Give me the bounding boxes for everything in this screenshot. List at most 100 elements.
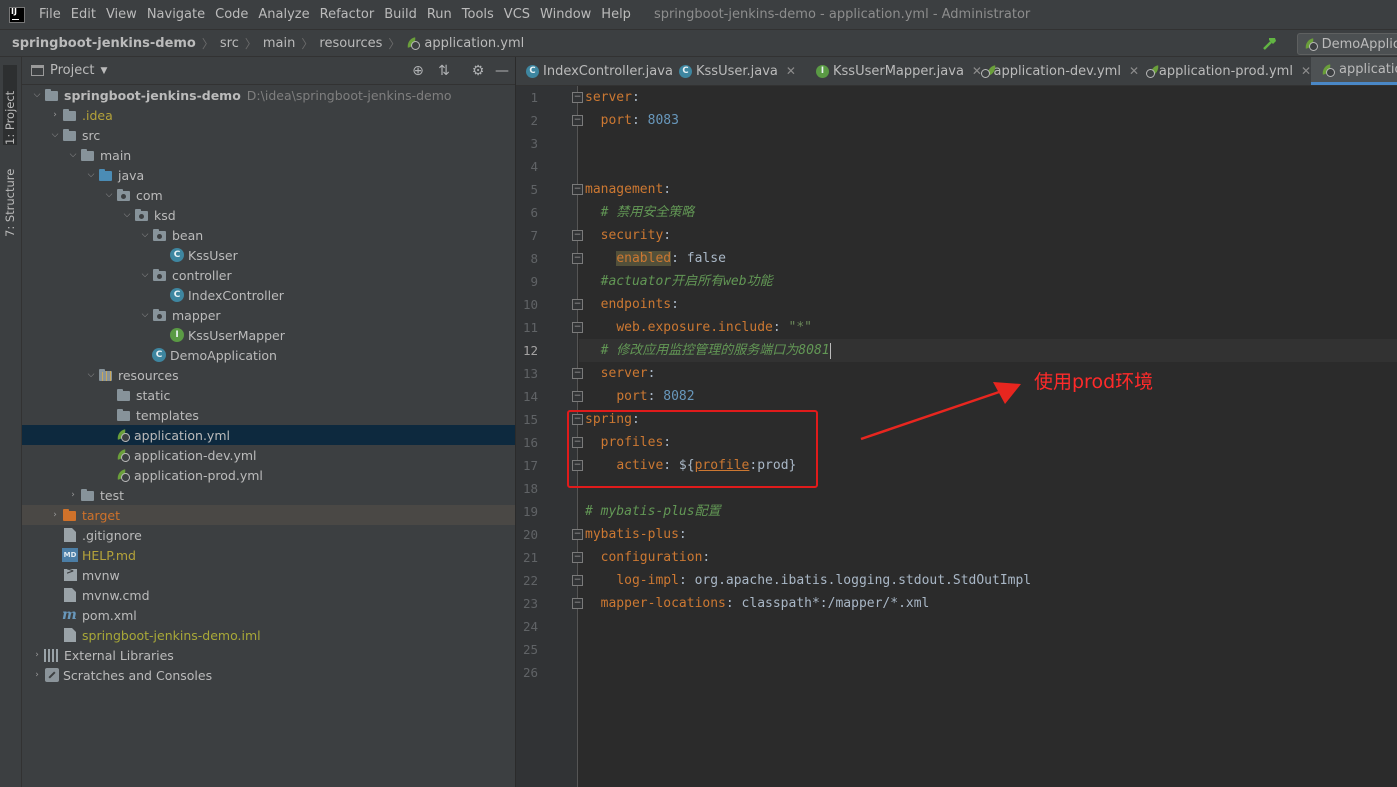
chevron-down-icon[interactable]: ⌵	[138, 270, 152, 280]
tree-row[interactable]: › External Libraries	[22, 645, 515, 665]
code-line[interactable]: management:	[585, 178, 671, 201]
menu-refactor[interactable]: Refactor	[315, 7, 380, 22]
tree-row[interactable]: .gitignore	[22, 525, 515, 545]
hide-panel-icon[interactable]: —	[494, 63, 510, 79]
tree-row[interactable]: ⌵ controller	[22, 265, 515, 285]
tree-row[interactable]: templates	[22, 405, 515, 425]
tree-row[interactable]: MD HELP.md	[22, 545, 515, 565]
code-line[interactable]: security:	[585, 224, 671, 247]
tree-row[interactable]: ⌵ bean	[22, 225, 515, 245]
tree-row[interactable]: mvnw.cmd	[22, 585, 515, 605]
tree-row[interactable]: ⌵ mapper	[22, 305, 515, 325]
tree-row[interactable]: ⌵ src	[22, 125, 515, 145]
menu-analyze[interactable]: Analyze	[253, 7, 314, 22]
breadcrumb-resources[interactable]: resources	[319, 36, 382, 51]
tree-row[interactable]: application.yml	[22, 425, 515, 445]
tree-row[interactable]: ⌵ springboot-jenkins-demo D:\idea\springbo…	[22, 85, 515, 105]
code-line[interactable]: web.exposure.include: "*"	[585, 316, 812, 339]
tree-row[interactable]: › test	[22, 485, 515, 505]
menu-code[interactable]: Code	[210, 7, 253, 22]
code-line[interactable]: # 禁用安全策略	[585, 201, 695, 224]
tree-row[interactable]: ⌵ resources	[22, 365, 515, 385]
menu-navigate[interactable]: Navigate	[142, 7, 210, 22]
tree-row[interactable]: I KssUserMapper	[22, 325, 515, 345]
tree-row[interactable]: › target	[22, 505, 515, 525]
editor-tab[interactable]: CIndexController.java✕	[516, 57, 691, 85]
collapse-all-icon[interactable]: ⇅	[436, 63, 452, 79]
code-line[interactable]: #actuator开启所有web功能	[585, 270, 773, 293]
code-line[interactable]: configuration:	[585, 546, 711, 569]
menu-file[interactable]: File	[34, 7, 66, 22]
tree-row[interactable]: springboot-jenkins-demo.iml	[22, 625, 515, 645]
tree-row[interactable]: ⌵ java	[22, 165, 515, 185]
chevron-down-icon[interactable]: ⌵	[138, 230, 152, 240]
code-line[interactable]: log-impl: org.apache.ibatis.logging.stdo…	[585, 569, 1031, 592]
editor-tab[interactable]: application	[1311, 57, 1397, 85]
breadcrumb-file[interactable]: application.yml	[406, 36, 524, 51]
tree-row[interactable]: ⌵ main	[22, 145, 515, 165]
menu-edit[interactable]: Edit	[66, 7, 101, 22]
tool-tab-structure[interactable]: 7: Structure	[3, 149, 17, 237]
menu-view[interactable]: View	[101, 7, 142, 22]
chevron-down-icon[interactable]: ⌵	[84, 170, 98, 180]
close-icon[interactable]: ✕	[1129, 64, 1139, 78]
close-icon[interactable]: ✕	[1301, 64, 1311, 78]
breadcrumb-project[interactable]: springboot-jenkins-demo	[0, 36, 196, 51]
chevron-right-icon[interactable]: ›	[30, 650, 44, 660]
code-line[interactable]: port: 8083	[585, 109, 679, 132]
code-line[interactable]: # mybatis-plus配置	[585, 500, 721, 523]
code-line[interactable]: mybatis-plus:	[585, 523, 687, 546]
editor-tab[interactable]: C KssUser.java ✕	[669, 57, 806, 85]
tree-row[interactable]: application-prod.yml	[22, 465, 515, 485]
tree-row[interactable]: ⌵ com	[22, 185, 515, 205]
chevron-right-icon[interactable]: ›	[48, 510, 62, 520]
tree-row[interactable]: m pom.xml	[22, 605, 515, 625]
tree-row[interactable]: application-dev.yml	[22, 445, 515, 465]
project-view-selector[interactable]: Project	[50, 63, 94, 78]
editor-tab[interactable]: application-prod.yml ✕	[1139, 57, 1311, 85]
tree-row[interactable]: › Scratches and Consoles	[22, 665, 515, 685]
code-line[interactable]: enabled: false	[585, 247, 726, 270]
chevron-down-icon[interactable]: ⌵	[138, 310, 152, 320]
tree-row[interactable]: C DemoApplication	[22, 345, 515, 365]
code-line[interactable]: # 修改应用监控管理的服务端口为8081	[585, 339, 831, 362]
tool-tab-project[interactable]: 1: Project	[3, 65, 17, 145]
close-icon[interactable]: ✕	[786, 64, 796, 78]
chevron-down-icon[interactable]: ⌵	[30, 90, 44, 100]
chevron-right-icon[interactable]: ›	[48, 110, 62, 120]
tree-row[interactable]: static	[22, 385, 515, 405]
tree-row[interactable]: C IndexController	[22, 285, 515, 305]
chevron-down-icon[interactable]: ⌵	[84, 370, 98, 380]
locate-file-icon[interactable]: ⊕	[410, 63, 426, 79]
tree-row[interactable]: mvnw	[22, 565, 515, 585]
editor-tab[interactable]: application-dev.yml ✕	[976, 57, 1139, 85]
menu-vcs[interactable]: VCS	[499, 7, 535, 22]
tree-row[interactable]: ⌵ ksd	[22, 205, 515, 225]
gear-icon[interactable]: ⚙	[470, 63, 486, 79]
breadcrumb-main[interactable]: main	[263, 36, 295, 51]
menu-build[interactable]: Build	[379, 7, 422, 22]
line-number: 15	[522, 412, 538, 427]
code-line[interactable]: endpoints:	[585, 293, 679, 316]
chevron-down-icon[interactable]: ⌵	[102, 190, 116, 200]
code-line[interactable]: server:	[585, 362, 656, 385]
run-configuration-selector[interactable]: DemoApplica	[1296, 33, 1397, 55]
code-line[interactable]: mapper-locations: classpath*:/mapper/*.x…	[585, 592, 930, 615]
chevron-down-icon[interactable]: ⌵	[120, 210, 134, 220]
editor-tab[interactable]: I KssUserMapper.java ✕	[806, 57, 982, 85]
tree-row[interactable]: › .idea	[22, 105, 515, 125]
build-hammer-icon[interactable]	[1261, 35, 1279, 53]
code-line[interactable]: server:	[585, 86, 640, 109]
chevron-right-icon[interactable]: ›	[66, 490, 80, 500]
menu-run[interactable]: Run	[422, 7, 457, 22]
menu-tools[interactable]: Tools	[457, 7, 499, 22]
menu-help[interactable]: Help	[596, 7, 636, 22]
chevron-right-icon[interactable]: ›	[30, 670, 44, 680]
chevron-down-icon[interactable]: ▼	[100, 66, 107, 76]
tree-row[interactable]: C KssUser	[22, 245, 515, 265]
chevron-down-icon[interactable]: ⌵	[48, 130, 62, 140]
chevron-down-icon[interactable]: ⌵	[66, 150, 80, 160]
code-line[interactable]: port: 8082	[585, 385, 694, 408]
breadcrumb-src[interactable]: src	[220, 36, 239, 51]
menu-window[interactable]: Window	[535, 7, 596, 22]
